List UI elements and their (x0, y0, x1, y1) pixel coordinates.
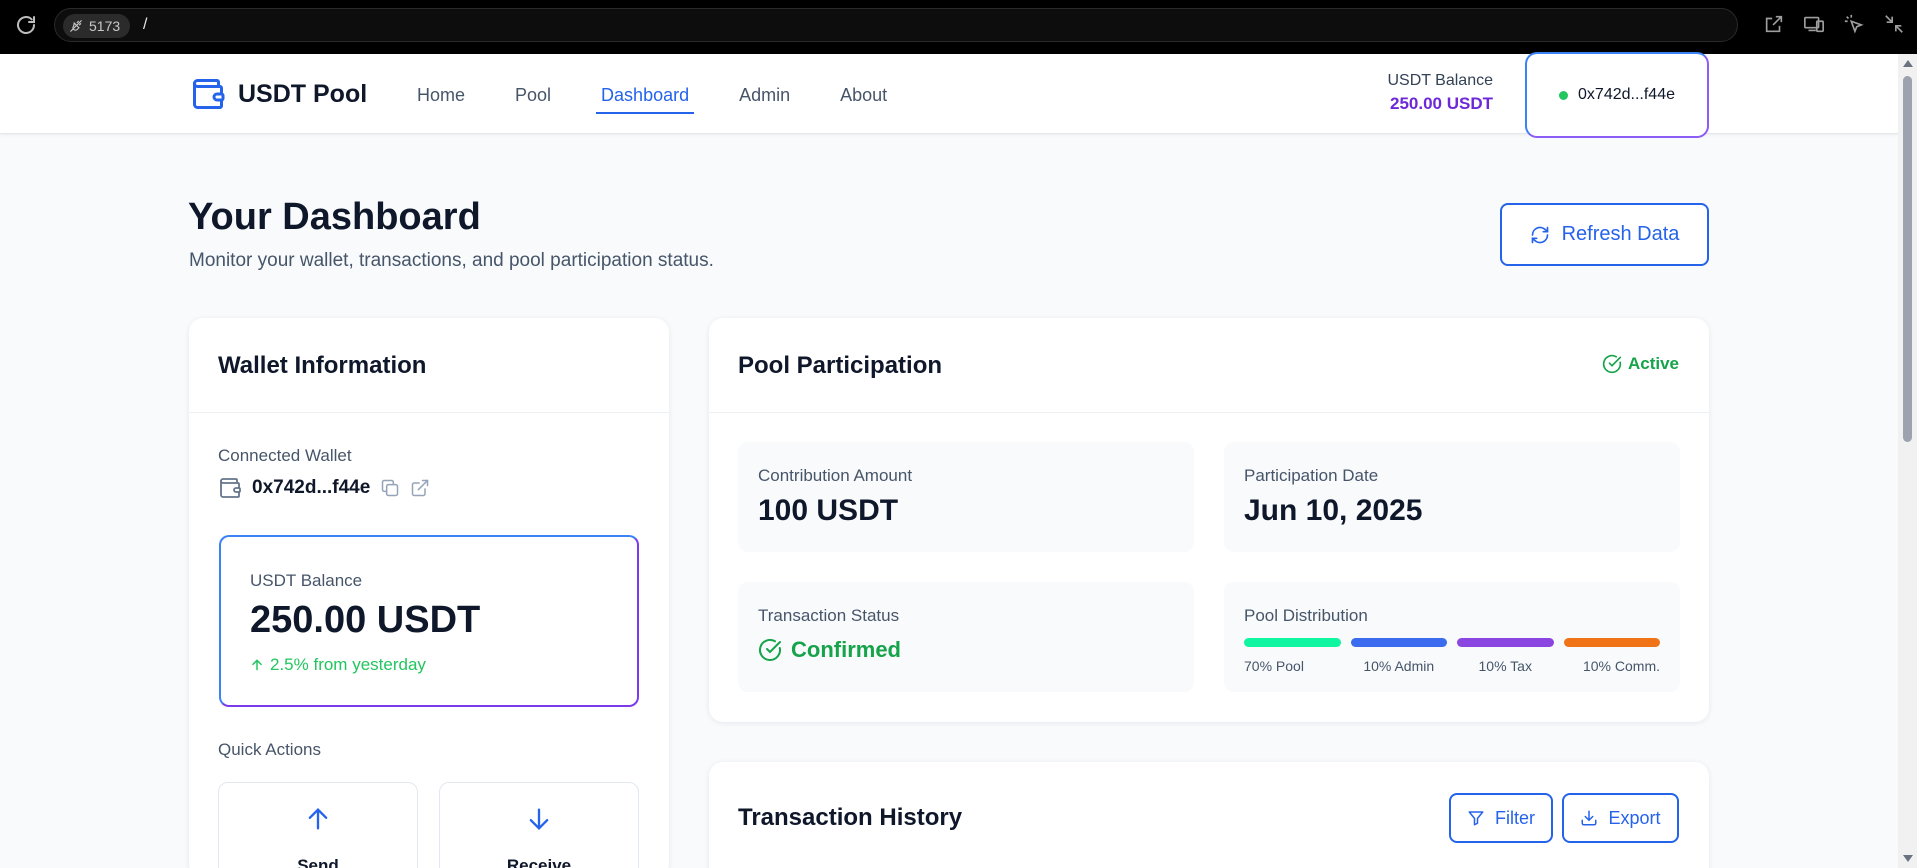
filter-button[interactable]: Filter (1449, 793, 1553, 843)
header-balance-label: USDT Balance (1387, 72, 1493, 89)
arrow-up-icon (304, 805, 332, 838)
distribution-label-comm: 10% Comm. (1582, 658, 1660, 674)
filter-icon (1468, 811, 1484, 826)
download-icon (1581, 810, 1597, 826)
participation-date-stat: Participation Date Jun 10, 2025 (1224, 442, 1680, 552)
send-label: Send (297, 856, 339, 868)
open-external-icon[interactable] (1763, 13, 1787, 37)
connected-dot (1559, 90, 1569, 100)
port-chip[interactable]: 5173 (63, 14, 131, 38)
scroll-down-arrow[interactable] (1903, 855, 1913, 862)
copy-icon[interactable] (380, 478, 400, 498)
balance-change-text: 2.5% from yesterday (270, 655, 426, 674)
page-scrollbar[interactable] (1898, 54, 1917, 868)
transaction-history-title: Transaction History (738, 804, 963, 831)
filter-label: Filter (1495, 807, 1535, 828)
wallet-connect-button[interactable]: 0x742d...f44e (1525, 52, 1709, 138)
minimize-icon[interactable] (1883, 13, 1907, 37)
reload-icon[interactable] (14, 13, 38, 37)
send-button[interactable]: Send (218, 782, 418, 868)
refresh-icon (1531, 226, 1548, 243)
connected-wallet-label: Connected Wallet (218, 446, 352, 465)
distribution-labels: 70% Pool 10% Admin 10% Tax 10% Comm. (1244, 658, 1660, 674)
refresh-data-label: Refresh Data (1561, 223, 1680, 245)
wallet-information-card: Wallet Information Connected Wallet 0x74… (189, 318, 669, 868)
distribution-label-admin: 10% Admin (1363, 658, 1435, 674)
balance-value: 250.00 USDT (250, 599, 481, 641)
quick-actions-label: Quick Actions (218, 740, 321, 759)
distribution-bar-pool (1244, 638, 1341, 647)
nav-home[interactable]: Home (417, 85, 465, 114)
transaction-history-card: Transaction History Filter Export (709, 762, 1709, 868)
usdt-balance-box: USDT Balance 250.00 USDT 2.5% from yeste… (219, 535, 639, 707)
header-balance: USDT Balance 250.00 USDT (1387, 72, 1493, 114)
plug-off-icon (70, 20, 82, 32)
main-nav: Home Pool Dashboard Admin About (417, 85, 937, 114)
brand-name: USDT Pool (238, 79, 368, 108)
address-bar[interactable]: 5173 / (54, 8, 1738, 42)
balance-change: 2.5% from yesterday (250, 655, 426, 675)
status-badge-text: Active (1627, 354, 1679, 373)
distribution-label-tax: 10% Tax (1478, 658, 1532, 674)
connected-wallet-row: 0x742d...f44e (218, 476, 430, 500)
connected-wallet-address: 0x742d...f44e (252, 477, 371, 498)
arrow-up-icon (252, 659, 262, 671)
scroll-up-arrow[interactable] (1903, 60, 1913, 67)
pool-distribution-label: Pool Distribution (1244, 606, 1368, 625)
pool-participation-card: Pool Participation Active Contribution A… (709, 318, 1709, 722)
divider (189, 412, 669, 413)
transaction-status-value: Confirmed (758, 637, 901, 663)
wallet-card-title: Wallet Information (218, 352, 427, 379)
receive-label: Receive (506, 856, 572, 868)
pool-distribution-stat: Pool Distribution 70% Pool 10% Admin 10%… (1224, 582, 1680, 692)
transaction-status-stat: Transaction Status Confirmed (738, 582, 1194, 692)
wallet-icon (220, 478, 241, 498)
arrow-down-icon (525, 805, 553, 838)
nav-pool[interactable]: Pool (515, 85, 551, 114)
balance-label: USDT Balance (250, 571, 363, 590)
nav-about[interactable]: About (840, 85, 887, 114)
port-text: 5173 (89, 18, 121, 34)
export-button[interactable]: Export (1562, 793, 1679, 843)
scroll-thumb[interactable] (1903, 76, 1912, 442)
pool-card-title: Pool Participation (738, 352, 943, 379)
wallet-address: 0x742d...f44e (1578, 86, 1675, 103)
url-path: / (143, 16, 148, 33)
distribution-bar-tax (1457, 638, 1554, 647)
transaction-status-label: Transaction Status (758, 606, 900, 625)
contribution-value: 100 USDT (758, 494, 899, 527)
brand-logo[interactable]: USDT Pool (190, 76, 367, 112)
distribution-label-pool: 70% Pool (1244, 658, 1304, 674)
devices-icon[interactable] (1803, 13, 1827, 37)
contribution-stat: Contribution Amount 100 USDT (738, 442, 1194, 552)
distribution-bars (1244, 638, 1660, 647)
receive-button[interactable]: Receive (439, 782, 639, 868)
check-circle-icon (759, 638, 781, 661)
status-badge: Active (1602, 354, 1679, 374)
participation-date-value: Jun 10, 2025 (1244, 494, 1423, 527)
nav-dashboard[interactable]: Dashboard (596, 85, 695, 114)
check-circle-icon (1602, 354, 1622, 374)
confirmed-text: Confirmed (791, 637, 901, 662)
export-label: Export (1608, 807, 1661, 828)
nav-admin[interactable]: Admin (739, 85, 790, 114)
refresh-data-button[interactable]: Refresh Data (1500, 203, 1709, 266)
divider (709, 412, 1709, 413)
wallet-icon (193, 79, 225, 109)
header-balance-value: 250.00 USDT (1390, 94, 1493, 113)
contribution-label: Contribution Amount (758, 466, 913, 485)
cursor-click-icon[interactable] (1843, 13, 1867, 37)
participation-date-label: Participation Date (1244, 466, 1379, 485)
browser-toolbar: 5173 / (0, 0, 1917, 54)
page-title: Your Dashboard (188, 196, 481, 238)
page-subtitle: Monitor your wallet, transactions, and p… (189, 250, 714, 271)
distribution-bar-admin (1350, 638, 1447, 647)
external-link-icon[interactable] (410, 478, 430, 498)
distribution-bar-comm (1563, 638, 1660, 647)
